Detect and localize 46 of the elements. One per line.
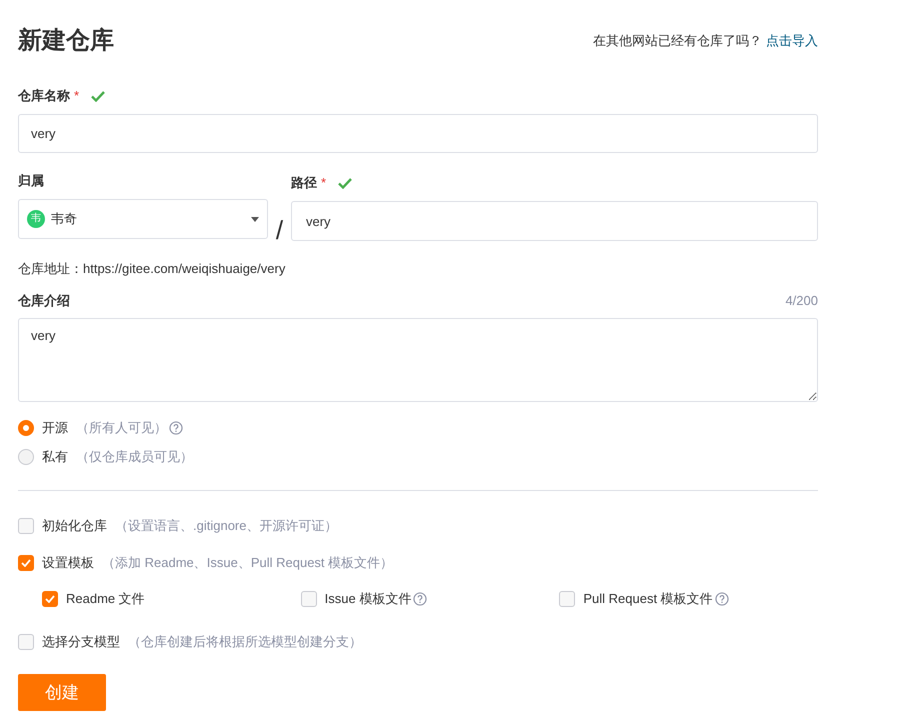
help-icon[interactable] [714, 592, 729, 606]
page-title: 新建仓库 [18, 26, 114, 56]
import-link[interactable]: 点击导入 [766, 32, 818, 50]
radio-button[interactable] [18, 449, 34, 465]
field-label: 仓库介绍 [18, 292, 70, 310]
checkbox-label: Issue 模板文件 [324, 590, 412, 608]
radio-hint: （仅仓库成员可见） [76, 448, 193, 466]
char-counter: 4/200 [785, 292, 818, 310]
checkbox[interactable] [18, 518, 34, 534]
field-label: 路径 [291, 174, 317, 192]
checkmark-icon [45, 595, 55, 603]
radio-button[interactable] [18, 420, 34, 436]
radio-hint: （所有人可见） [76, 419, 167, 437]
owner-select[interactable]: 韦 韦奇 [18, 199, 268, 239]
checkbox-hint: （设置语言、.gitignore、开源许可证） [115, 517, 338, 535]
checkbox-label: Readme 文件 [66, 590, 145, 608]
path-separator: / [274, 221, 284, 239]
checkbox-label: 设置模板 [42, 554, 94, 572]
import-prompt: 在其他网站已经有仓库了吗？ [593, 32, 762, 50]
checkbox-hint: （添加 Readme、Issue、Pull Request 模板文件） [102, 554, 394, 572]
caret-icon [251, 216, 259, 222]
checkbox[interactable] [42, 591, 58, 607]
check-icon [91, 90, 106, 102]
help-icon[interactable] [413, 592, 428, 606]
checkbox-label: Pull Request 模板文件 [583, 590, 713, 608]
help-icon[interactable] [169, 421, 183, 435]
description-input[interactable]: very [18, 318, 818, 402]
repo-address: 仓库地址：https://gitee.com/weiqishuaige/very [18, 260, 286, 278]
radio-label: 私有 [42, 448, 68, 466]
field-label: 仓库名称 [18, 87, 70, 105]
check-icon [338, 178, 352, 188]
checkbox[interactable] [18, 555, 34, 571]
path-input[interactable]: very [291, 201, 818, 241]
checkbox-label: 初始化仓库 [42, 517, 107, 535]
radio-label: 开源 [42, 419, 68, 437]
required-mark: * [321, 174, 326, 192]
name-input[interactable]: very [18, 114, 818, 153]
field-label: 归属 [18, 172, 44, 190]
required-mark: * [74, 87, 80, 105]
checkbox[interactable] [300, 591, 317, 607]
checkmark-icon [21, 559, 31, 567]
avatar: 韦 [27, 210, 45, 228]
checkbox[interactable] [559, 591, 576, 607]
checkbox-hint: （仓库创建后将根据所选模型创建分支） [128, 633, 362, 651]
checkbox-label: 选择分支模型 [42, 633, 120, 651]
checkbox[interactable] [18, 634, 34, 650]
